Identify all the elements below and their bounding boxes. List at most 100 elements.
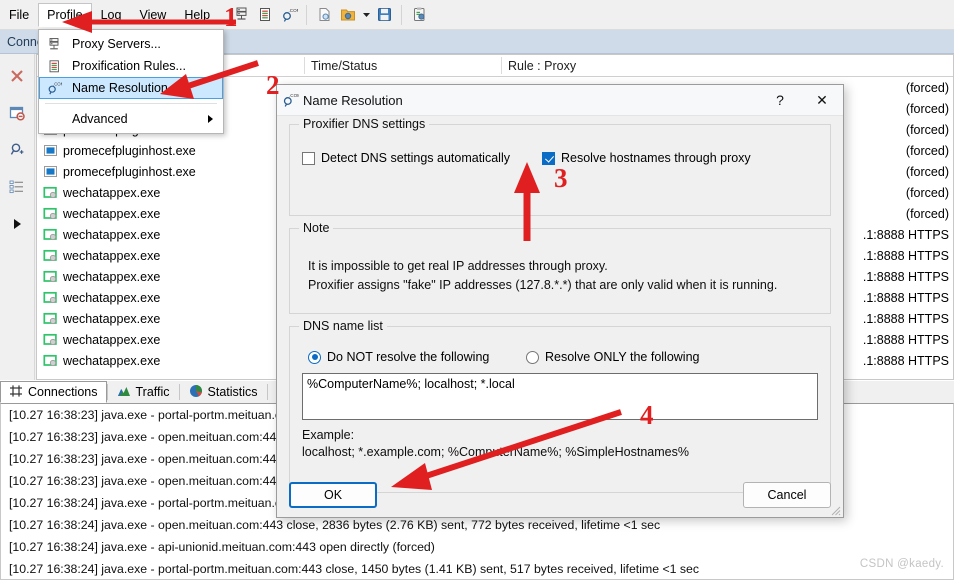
side-toolbar <box>0 54 35 380</box>
detect-dns-automatically-checkbox[interactable]: Detect DNS settings automatically <box>302 151 542 165</box>
window-green-icon <box>43 185 58 200</box>
rule-proxy-value: (forced) <box>905 143 949 158</box>
tab-statistics[interactable]: Statistics <box>180 381 267 403</box>
note-label: Note <box>299 221 334 235</box>
toolbar-open-profile-icon[interactable] <box>336 3 360 27</box>
svg-text:.COM: .COM <box>289 8 299 13</box>
play-icon[interactable] <box>5 212 29 236</box>
resolve-hostnames-through-proxy-checkbox[interactable]: Resolve hostnames through proxy <box>542 151 751 165</box>
process-name: wechatappex.exe <box>63 248 161 263</box>
column-rule-proxy[interactable]: Rule : Proxy <box>501 59 953 73</box>
process-name: promecefpluginhost.exe <box>63 164 196 179</box>
close-icon[interactable]: ✕ <box>801 85 843 116</box>
rule-proxy-value: .1:8888 HTTPS <box>862 290 949 305</box>
toolbar-name-resolution-icon[interactable]: .COM <box>277 3 301 27</box>
tab-connections[interactable]: Connections <box>0 381 107 403</box>
column-time-status[interactable]: Time/Status <box>304 59 501 73</box>
cancel-button[interactable]: Cancel <box>743 482 831 508</box>
window-green-icon <box>43 248 58 263</box>
window-green-icon <box>43 332 58 347</box>
chevron-right-icon <box>208 115 213 123</box>
toolbar-save-profile-icon[interactable] <box>372 3 396 27</box>
tab-statistics-label: Statistics <box>207 385 258 399</box>
menu-item-proxification-rules[interactable]: Proxification Rules... <box>39 55 223 77</box>
menu-file[interactable]: File <box>0 3 38 27</box>
name-resolution-icon: .COM <box>277 91 303 109</box>
rules-icon <box>44 59 64 74</box>
resize-grip[interactable] <box>829 504 841 516</box>
log-line: [10.27 16:38:24] java.exe - portal-portm… <box>9 562 700 576</box>
name-resolution-icon: .COM <box>44 80 64 96</box>
window-blue-icon <box>43 164 58 179</box>
menu-bar: File Profile Log View Help .CO <box>0 0 954 30</box>
note-line-1: It is impossible to get real IP addresse… <box>308 259 608 273</box>
profile-dropdown-menu: Proxy Servers... Proxification Rules... … <box>38 29 224 134</box>
help-button[interactable]: ? <box>759 85 801 116</box>
resolve-only-label: Resolve ONLY the following <box>545 350 700 364</box>
process-name: wechatappex.exe <box>63 311 161 326</box>
toolbar-proxification-rules-icon[interactable] <box>253 3 277 27</box>
annotation-marker-4: 4 <box>640 400 654 430</box>
window-green-icon <box>43 227 58 242</box>
note-group: Note It is impossible to get real IP add… <box>289 221 831 314</box>
connections-icon <box>9 384 23 401</box>
process-name: promecefpluginhost.exe <box>63 143 196 158</box>
menu-log[interactable]: Log <box>92 3 131 27</box>
rule-proxy-value: (forced) <box>905 80 949 95</box>
find-icon[interactable] <box>5 138 29 162</box>
menu-item-name-resolution[interactable]: .COM Name Resolution... <box>39 77 223 99</box>
rule-proxy-value: (forced) <box>905 185 949 200</box>
process-name: wechatappex.exe <box>63 353 161 368</box>
close-connection-icon[interactable] <box>5 64 29 88</box>
toolbar-open-profile-dropdown-caret[interactable] <box>360 3 372 27</box>
svg-text:.COM: .COM <box>289 93 299 98</box>
process-name: wechatappex.exe <box>63 290 161 305</box>
rule-proxy-value: (forced) <box>905 206 949 221</box>
process-name: wechatappex.exe <box>63 185 161 200</box>
dialog-titlebar[interactable]: .COM Name Resolution ? ✕ <box>277 85 843 116</box>
menu-item-advanced[interactable]: Advanced <box>39 108 223 130</box>
rule-proxy-value: (forced) <box>905 122 949 137</box>
svg-text:.COM: .COM <box>53 81 62 86</box>
menu-item-proxy-servers[interactable]: Proxy Servers... <box>39 33 223 55</box>
columns-icon[interactable] <box>5 175 29 199</box>
menu-profile[interactable]: Profile <box>38 2 92 27</box>
name-resolution-dialog: .COM Name Resolution ? ✕ Proxifier DNS s… <box>276 84 844 518</box>
dns-name-list-label: DNS name list <box>299 319 387 333</box>
window-blue-icon <box>43 143 58 158</box>
dns-name-list-input[interactable]: %ComputerName%; localhost; *.local <box>302 373 818 420</box>
menu-item-name-resolution-label: Name Resolution... <box>72 81 179 95</box>
menu-item-proxy-servers-label: Proxy Servers... <box>72 37 161 51</box>
menu-item-advanced-label: Advanced <box>72 112 128 126</box>
rule-proxy-value: .1:8888 HTTPS <box>862 248 949 263</box>
do-not-resolve-radio[interactable]: Do NOT resolve the following <box>308 350 526 364</box>
resolve-only-radio[interactable]: Resolve ONLY the following <box>526 350 699 364</box>
toolbar-advanced-settings-icon[interactable] <box>407 3 431 27</box>
process-name: wechatappex.exe <box>63 227 161 242</box>
rule-proxy-value: .1:8888 HTTPS <box>862 332 949 347</box>
rule-proxy-value: (forced) <box>905 101 949 116</box>
dialog-buttons: OK Cancel <box>289 482 831 508</box>
block-connection-icon[interactable] <box>5 101 29 125</box>
ok-button[interactable]: OK <box>289 482 377 508</box>
menu-item-proxification-rules-label: Proxification Rules... <box>72 59 186 73</box>
tab-traffic[interactable]: Traffic <box>108 381 179 403</box>
dns-name-list-group: DNS name list Do NOT resolve the followi… <box>289 319 831 493</box>
rule-proxy-value: (forced) <box>905 164 949 179</box>
tab-traffic-label: Traffic <box>135 385 170 399</box>
window-green-icon <box>43 269 58 284</box>
window-green-icon <box>43 290 58 305</box>
menu-help[interactable]: Help <box>175 3 219 27</box>
menu-separator <box>45 103 217 104</box>
example-block: Example: localhost; *.example.com; %Comp… <box>302 427 818 461</box>
toolbar-new-profile-icon[interactable] <box>312 3 336 27</box>
annotation-marker-1: 1 <box>224 2 238 32</box>
proxifier-dns-settings-label: Proxifier DNS settings <box>299 117 430 131</box>
do-not-resolve-radio-dot <box>308 350 321 364</box>
detect-dns-automatically-label: Detect DNS settings automatically <box>321 151 510 165</box>
menu-view[interactable]: View <box>130 3 175 27</box>
resolve-hostnames-through-proxy-label: Resolve hostnames through proxy <box>561 151 751 165</box>
process-name: wechatappex.exe <box>63 269 161 284</box>
example-label: Example: <box>302 428 355 442</box>
rule-proxy-value: .1:8888 HTTPS <box>862 353 949 368</box>
